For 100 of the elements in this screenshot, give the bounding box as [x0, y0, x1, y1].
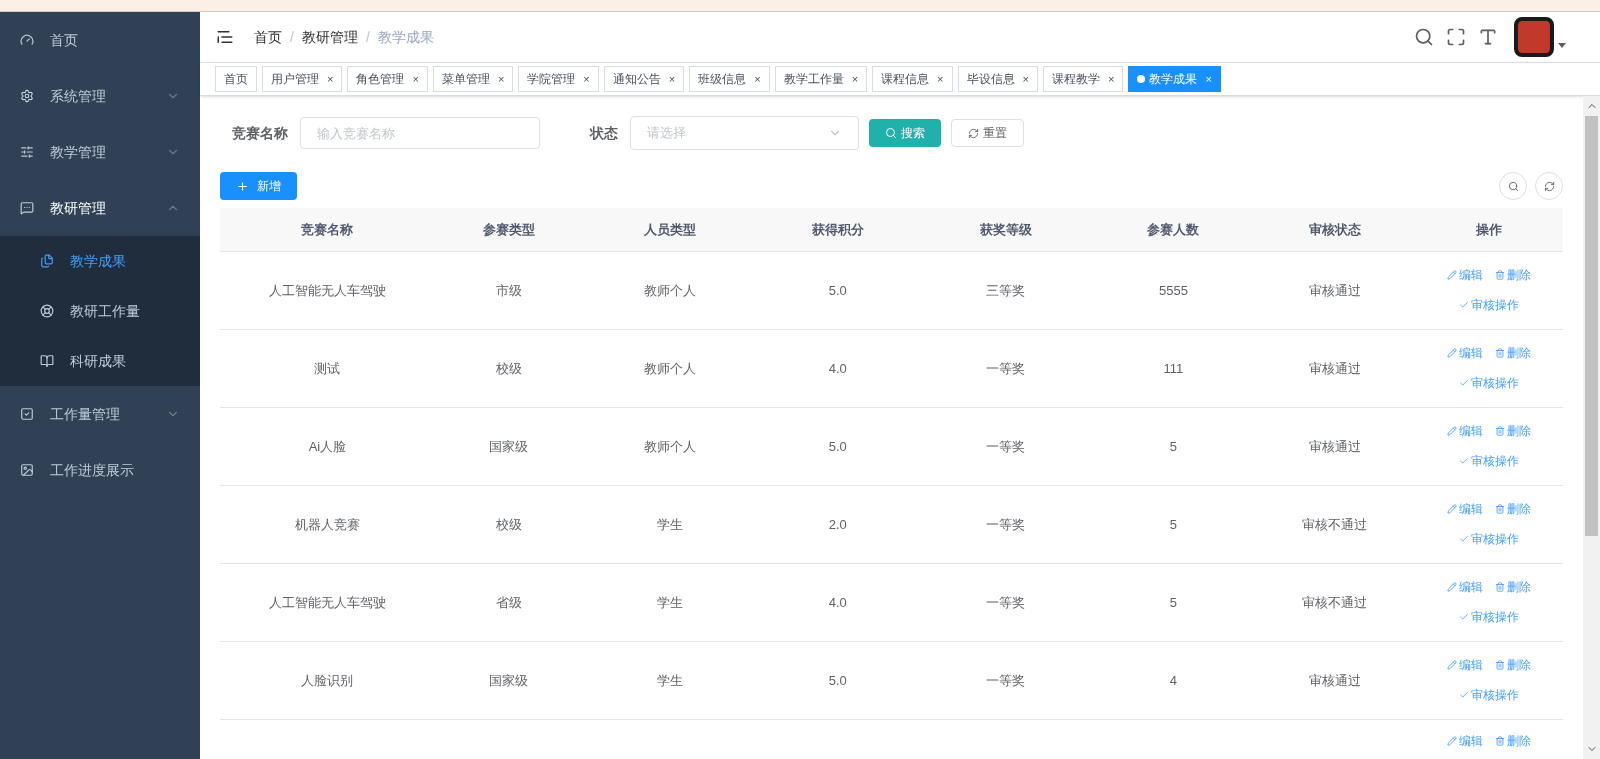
pencil-icon: [1447, 426, 1458, 436]
sidebar-item[interactable]: 系统管理: [0, 68, 200, 124]
table-cell: 5.0: [828, 439, 847, 454]
breadcrumb-separator: /: [290, 27, 294, 47]
trash-icon: [1495, 660, 1506, 670]
close-icon[interactable]: ×: [583, 70, 590, 88]
table-cell: 人脸识别: [301, 673, 354, 688]
table-cell: 三等奖: [986, 283, 1026, 298]
tag-tab[interactable]: 用户管理 ×: [262, 66, 343, 92]
pencil-icon: [1447, 348, 1458, 358]
table-cell: 一等奖: [986, 517, 1026, 532]
sliders-icon: [20, 145, 34, 159]
pencil-icon: [1447, 582, 1458, 592]
trash-icon: [1495, 348, 1506, 358]
close-icon[interactable]: ×: [497, 70, 505, 88]
column-header: 参赛类型: [482, 222, 535, 238]
font-size-icon[interactable]: [1478, 27, 1498, 47]
close-icon[interactable]: ×: [1107, 70, 1115, 88]
tag-tab[interactable]: 毕设信息 ×: [957, 66, 1038, 92]
check-icon: [1459, 534, 1470, 544]
close-icon[interactable]: ×: [412, 70, 419, 88]
menu-icon[interactable]: [216, 28, 234, 46]
book-icon: [40, 354, 54, 368]
breadcrumb-separator: /: [365, 27, 370, 47]
tag-tab[interactable]: 角色管理 ×: [347, 66, 428, 92]
pencil-icon: [1447, 735, 1458, 746]
breadcrumb-item[interactable]: 教研管理: [301, 26, 358, 48]
check-icon: [1459, 378, 1470, 388]
checkbox-icon: [20, 407, 34, 421]
table-cell: 教师个人: [643, 361, 696, 376]
pencil-icon: [1447, 660, 1458, 670]
sidebar-item[interactable]: 教研管理: [0, 180, 200, 236]
chat-icon: [20, 201, 34, 215]
tag-tab[interactable]: 通知公告 ×: [603, 66, 685, 92]
check-icon: [1459, 690, 1470, 700]
tag-tab[interactable]: 首页: [215, 66, 257, 92]
table-cell: 5: [1169, 439, 1178, 454]
reset-button[interactable]: 重置: [951, 119, 1024, 147]
close-icon[interactable]: ×: [327, 70, 334, 88]
table-cell: 5: [1169, 595, 1178, 610]
table-cell: 审核不通过: [1302, 595, 1368, 610]
table-cell: 5.0: [828, 283, 847, 298]
name-input-field[interactable]: 输入竞赛名称: [300, 117, 540, 149]
table-cell: 教师个人: [643, 439, 696, 454]
table-cell: 5: [1169, 517, 1178, 532]
table-cell: 审核通过: [1308, 439, 1361, 454]
tag-tab[interactable]: 教学工作量 ×: [774, 66, 868, 92]
plus-icon: [236, 179, 249, 193]
submenu-item[interactable]: 教学成果: [0, 236, 200, 286]
table-cell: 一等奖: [986, 439, 1026, 454]
avatar-placeholder[interactable]: [1514, 17, 1554, 57]
tag-tab[interactable]: 班级信息 ×: [689, 66, 770, 92]
table-cell: 审核通过: [1308, 283, 1361, 298]
table-cell: 审核通过: [1308, 361, 1361, 376]
ring-icon: [40, 304, 54, 318]
submenu-item[interactable]: 教研工作量: [0, 286, 200, 336]
search-icon[interactable]: [1414, 27, 1434, 47]
trash-icon: [1495, 504, 1506, 514]
table-cell: 4.0: [828, 595, 847, 610]
caret-icon[interactable]: [1558, 42, 1566, 48]
breadcrumb-item[interactable]: 首页: [254, 26, 282, 48]
sidebar-item[interactable]: 工作进度展示: [0, 442, 200, 498]
documents-icon: [40, 254, 54, 268]
close-icon[interactable]: ×: [1022, 70, 1029, 88]
breadcrumb-item: 教学成果: [377, 27, 434, 47]
table-cell: 机器人竞赛: [294, 517, 360, 532]
table-cell: Ai人脸: [308, 439, 347, 454]
sidebar-item[interactable]: 首页: [0, 12, 200, 68]
column-header: 操作: [1476, 222, 1503, 238]
fullscreen-icon[interactable]: [1446, 27, 1466, 47]
table-cell: 审核不通过: [1302, 517, 1368, 532]
tag-tab[interactable]: 菜单管理 ×: [432, 66, 514, 92]
pencil-icon: [1447, 270, 1458, 280]
close-icon[interactable]: ×: [668, 70, 676, 88]
tag-tab[interactable]: 课程教学 ×: [1042, 66, 1124, 92]
check-icon: [1459, 456, 1470, 466]
close-icon[interactable]: ×: [754, 70, 761, 88]
table-cell: 4: [1169, 673, 1178, 688]
trash-icon: [1495, 426, 1506, 436]
table-cell: 5555: [1159, 283, 1188, 298]
table-cell: 审核通过: [1308, 673, 1361, 688]
table-cell: 教师个人: [643, 283, 696, 298]
sidebar-item[interactable]: 工作量管理: [0, 386, 200, 442]
close-icon[interactable]: ×: [937, 70, 944, 88]
check-icon: [1459, 612, 1470, 622]
tag-tab[interactable]: 学院管理 ×: [518, 66, 599, 92]
column-header: 人员类型: [643, 222, 696, 238]
table-cell: 校级: [495, 361, 522, 376]
table-cell: 一等奖: [986, 361, 1026, 376]
table-cell: 一等奖: [986, 595, 1026, 610]
scrollbar-thumb[interactable]: [1585, 116, 1598, 536]
tag-tab[interactable]: 课程信息 ×: [872, 66, 953, 92]
trash-icon: [1495, 735, 1506, 746]
settings-icon: [20, 89, 34, 103]
table-cell: 测试: [314, 361, 341, 376]
close-icon[interactable]: ×: [851, 70, 859, 88]
column-header: 审核状态: [1308, 222, 1361, 238]
table-cell: 5.0: [828, 673, 847, 688]
sidebar-item[interactable]: 教学管理: [0, 124, 200, 180]
submenu-item[interactable]: 科研成果: [0, 336, 200, 386]
